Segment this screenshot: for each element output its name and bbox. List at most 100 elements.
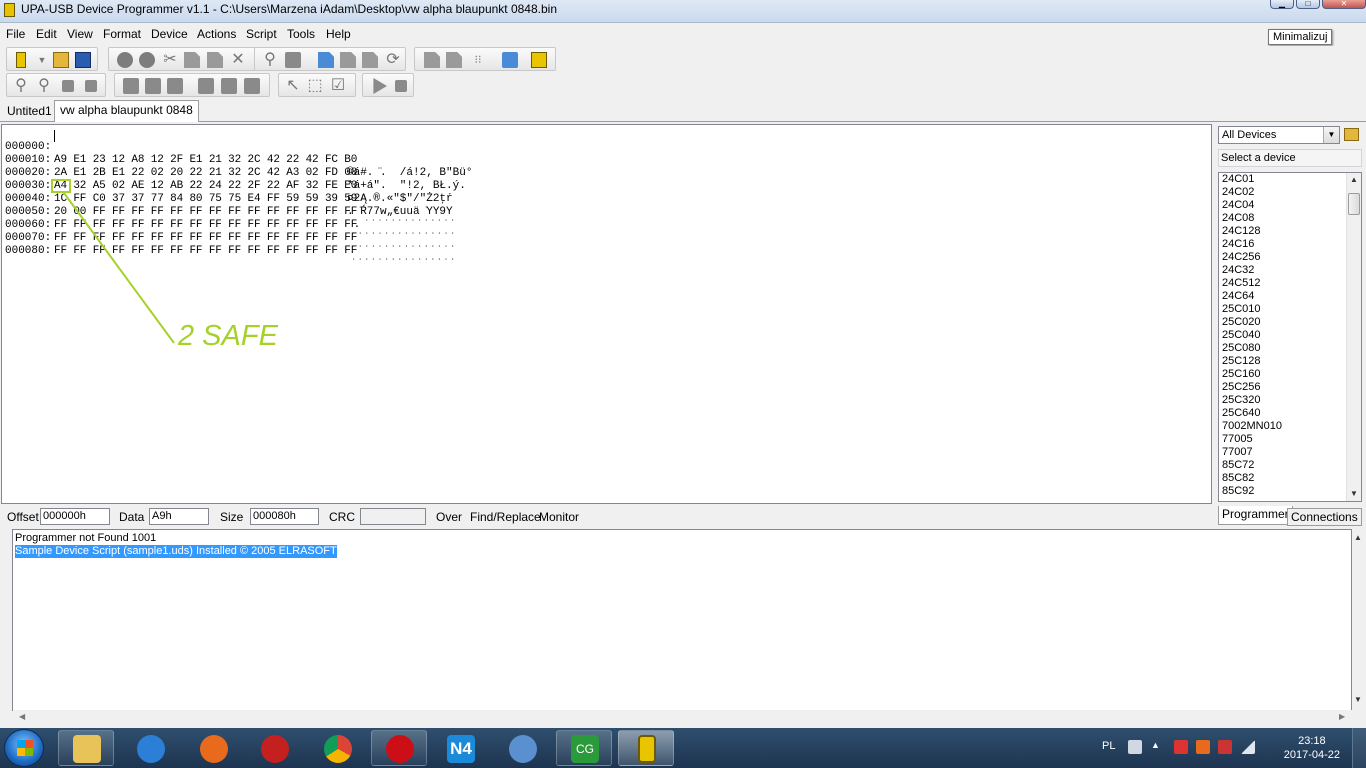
- open-folder-icon[interactable]: [53, 52, 69, 68]
- menu-script[interactable]: Script: [246, 27, 277, 41]
- erase-icon[interactable]: [145, 78, 161, 94]
- menu-actions[interactable]: Actions: [197, 27, 236, 41]
- save-icon[interactable]: [75, 52, 91, 68]
- view-alt-icon[interactable]: [446, 52, 462, 68]
- chevron-down-icon[interactable]: ▼: [1323, 127, 1339, 143]
- list-item[interactable]: 85C92: [1219, 485, 1361, 498]
- log-panel[interactable]: Programmer not Found 1001 Sample Device …: [12, 529, 1353, 726]
- list-item[interactable]: 7002MN010: [1219, 420, 1361, 433]
- taskbar-firefox[interactable]: [185, 730, 241, 766]
- scroll-up-icon[interactable]: ▲: [1347, 173, 1361, 187]
- taskbar-chrome[interactable]: [309, 730, 365, 766]
- document-icon[interactable]: [318, 52, 334, 68]
- list-item[interactable]: 24C256: [1219, 251, 1361, 264]
- scroll-thumb[interactable]: [1348, 193, 1360, 215]
- tab-vw-alpha[interactable]: vw alpha blaupunkt 0848: [54, 100, 199, 122]
- scroll-up-icon[interactable]: ▲: [1354, 533, 1362, 542]
- taskbar-n4[interactable]: N4: [432, 730, 488, 766]
- write-icon[interactable]: [139, 52, 155, 68]
- taskbar-upa-programmer[interactable]: [618, 730, 674, 766]
- menu-device[interactable]: Device: [151, 27, 188, 41]
- log-vertical-scrollbar[interactable]: ▲ ▼: [1352, 529, 1366, 711]
- taskbar-cg[interactable]: CG: [556, 730, 612, 766]
- offset-field[interactable]: 000000h: [40, 508, 110, 525]
- list-item[interactable]: 25C020: [1219, 316, 1361, 329]
- list-item[interactable]: 24C128: [1219, 225, 1361, 238]
- device-chip-icon[interactable]: [531, 52, 547, 68]
- list-item[interactable]: 24C16: [1219, 238, 1361, 251]
- grid-icon[interactable]: ⁝⁝: [470, 52, 486, 68]
- device-list[interactable]: 24C01 24C02 24C04 24C08 24C128 24C16 24C…: [1218, 172, 1362, 502]
- taskbar-explorer[interactable]: [58, 730, 114, 766]
- list-item[interactable]: 77007: [1219, 446, 1361, 459]
- menu-tools[interactable]: Tools: [287, 27, 315, 41]
- list-item[interactable]: 24C64: [1219, 290, 1361, 303]
- verify-icon[interactable]: [167, 78, 183, 94]
- taskbar-opera[interactable]: [371, 730, 427, 766]
- data-field[interactable]: A9h: [149, 508, 209, 525]
- menu-format[interactable]: Format: [103, 27, 141, 41]
- stop-icon[interactable]: [395, 80, 407, 92]
- find-icon[interactable]: ⚲: [262, 52, 278, 68]
- protect-icon[interactable]: [221, 78, 237, 94]
- view-icon[interactable]: [424, 52, 440, 68]
- log-line[interactable]: Programmer not Found 1001: [15, 532, 156, 545]
- settings-icon[interactable]: [85, 80, 97, 92]
- size-field[interactable]: 000080h: [250, 508, 319, 525]
- keyboard-icon[interactable]: [1128, 740, 1142, 754]
- close-button[interactable]: ✕: [1322, 0, 1366, 9]
- list-item[interactable]: 24C32: [1219, 264, 1361, 277]
- list-item[interactable]: 24C04: [1219, 199, 1361, 212]
- cut-icon[interactable]: ✂: [162, 52, 178, 68]
- select-area-icon[interactable]: ⬚: [307, 78, 323, 94]
- list-item[interactable]: 25C256: [1219, 381, 1361, 394]
- list-item[interactable]: 25C040: [1219, 329, 1361, 342]
- new-device-icon[interactable]: [16, 52, 26, 68]
- device-list-scrollbar[interactable]: ▲ ▼: [1346, 173, 1361, 501]
- list-item[interactable]: 25C080: [1219, 342, 1361, 355]
- blank-check-icon[interactable]: [123, 78, 139, 94]
- page-icon[interactable]: [340, 52, 356, 68]
- menu-file[interactable]: File: [6, 27, 25, 41]
- log-line-selected[interactable]: Sample Device Script (sample1.uds) Insta…: [15, 545, 337, 558]
- chevron-up-icon[interactable]: ▲: [1151, 740, 1165, 754]
- system-clock[interactable]: 23:18 2017-04-22: [1284, 734, 1340, 762]
- tab-programmer[interactable]: Programmer: [1218, 506, 1293, 525]
- tab-untitled[interactable]: Untited1: [2, 102, 57, 122]
- show-desktop-button[interactable]: [1352, 728, 1366, 768]
- list-item[interactable]: 85C82: [1219, 472, 1361, 485]
- probe-icon[interactable]: ⚲: [13, 78, 29, 94]
- list-item[interactable]: 85C72: [1219, 459, 1361, 472]
- copy-icon[interactable]: [184, 52, 200, 68]
- maximize-button[interactable]: □: [1296, 0, 1320, 9]
- list-item[interactable]: 24C01: [1219, 173, 1361, 186]
- fit-icon[interactable]: [62, 80, 74, 92]
- menu-help[interactable]: Help: [326, 27, 351, 41]
- start-button[interactable]: [4, 729, 44, 767]
- action-center-icon[interactable]: [1196, 740, 1210, 754]
- crc-field[interactable]: [360, 508, 426, 525]
- monitor-label[interactable]: Monitor: [539, 510, 579, 524]
- open-folder-icon[interactable]: [1344, 128, 1359, 141]
- tab-connections[interactable]: Connections: [1287, 508, 1362, 526]
- chevron-down-icon[interactable]: ▼: [34, 52, 50, 68]
- taskbar-media-player[interactable]: [246, 730, 302, 766]
- list-item[interactable]: 25C010: [1219, 303, 1361, 316]
- read-icon[interactable]: [117, 52, 133, 68]
- scroll-down-icon[interactable]: ▼: [1347, 487, 1361, 501]
- list-item[interactable]: 25C320: [1219, 394, 1361, 407]
- taskbar-paint[interactable]: [494, 730, 550, 766]
- scroll-down-icon[interactable]: ▼: [1354, 695, 1362, 704]
- select-check-icon[interactable]: ☑: [330, 78, 346, 94]
- power-icon[interactable]: [1218, 740, 1232, 754]
- list-item[interactable]: 24C512: [1219, 277, 1361, 290]
- device-filter-select[interactable]: All Devices ▼: [1218, 126, 1340, 144]
- page-alt-icon[interactable]: [362, 52, 378, 68]
- list-item[interactable]: 25C128: [1219, 355, 1361, 368]
- refresh-icon[interactable]: ⟳: [385, 52, 401, 68]
- list-item[interactable]: 24C08: [1219, 212, 1361, 225]
- scroll-left-icon[interactable]: ◀: [19, 712, 25, 721]
- list-item[interactable]: 25C640: [1219, 407, 1361, 420]
- list-item[interactable]: 77005: [1219, 433, 1361, 446]
- inspect-icon[interactable]: ⚲: [36, 78, 52, 94]
